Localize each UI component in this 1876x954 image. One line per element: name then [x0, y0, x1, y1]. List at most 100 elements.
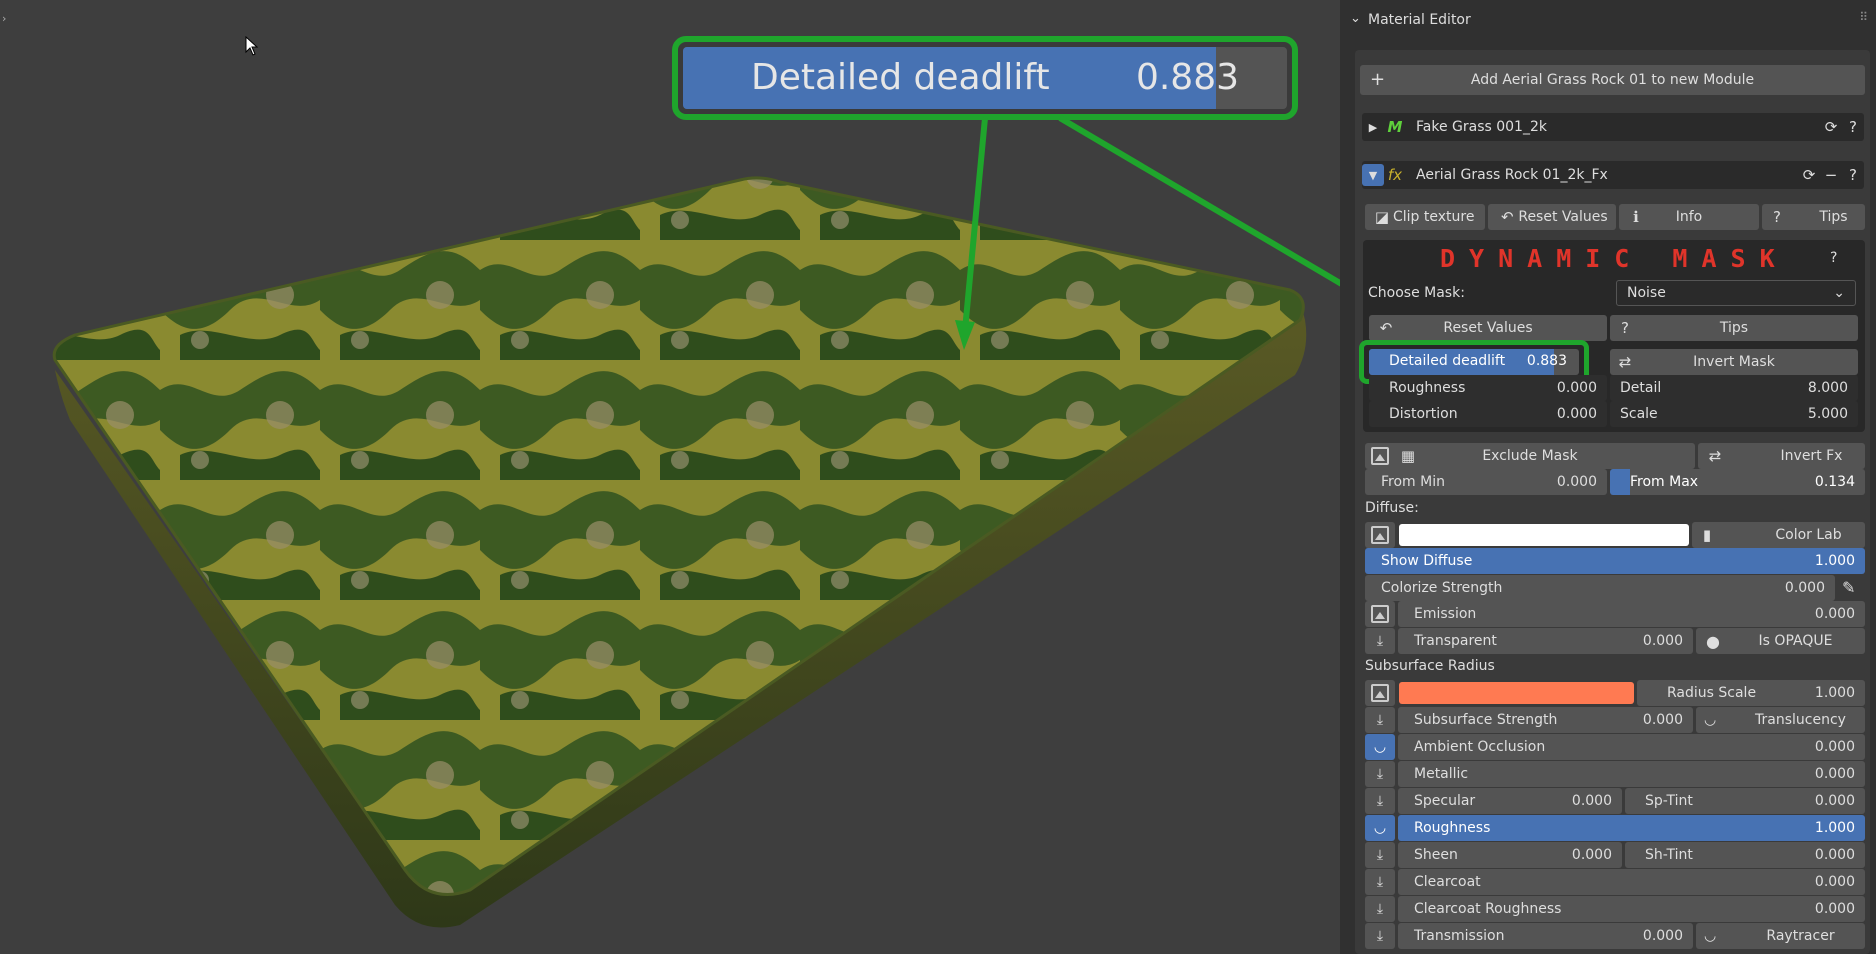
- collapse-arrow-icon[interactable]: ▼: [1362, 164, 1384, 186]
- distortion-field[interactable]: Distortion 0.000: [1369, 401, 1607, 427]
- collapse-chevron-icon[interactable]: ⌄: [1350, 11, 1361, 26]
- roughness-map-value: 1.000: [1814, 820, 1855, 836]
- toggle-sidebar-icon[interactable]: ›: [2, 12, 6, 25]
- invert-mask-label: Invert Mask: [1693, 354, 1775, 370]
- sheen-field[interactable]: Sheen 0.000: [1398, 842, 1622, 868]
- link-down-icon: ⤓: [1376, 847, 1384, 863]
- ambient-occlusion-label: Ambient Occlusion: [1414, 739, 1546, 755]
- emission-field[interactable]: Emission 0.000: [1398, 601, 1865, 627]
- color-lab-button[interactable]: ▮ Color Lab: [1692, 522, 1865, 548]
- roughness-map-field[interactable]: Roughness 1.000: [1398, 815, 1865, 841]
- subsurface-strength-field[interactable]: Subsurface Strength 0.000: [1398, 707, 1693, 733]
- subsurface-image-button[interactable]: [1365, 680, 1395, 706]
- invert-fx-button[interactable]: ⇄ Invert Fx: [1698, 443, 1865, 469]
- diffuse-color-swatch[interactable]: [1399, 524, 1689, 546]
- diffuse-image-button[interactable]: [1365, 522, 1395, 548]
- metallic-value: 0.000: [1814, 766, 1855, 782]
- reset-values-button[interactable]: ↶ Reset Values: [1488, 204, 1616, 230]
- sheen-label: Sheen: [1414, 847, 1458, 863]
- translucency-toggle[interactable]: ◡ Translucency: [1696, 707, 1865, 733]
- ambient-occlusion-toggle[interactable]: ◡: [1365, 734, 1395, 760]
- subsurface-strength-label: Subsurface Strength: [1414, 712, 1558, 728]
- fx-icon: fx: [1387, 166, 1403, 184]
- transparent-field[interactable]: Transparent 0.000: [1398, 628, 1693, 654]
- from-min-field[interactable]: From Min 0.000: [1365, 469, 1607, 495]
- subsurface-strength-value: 0.000: [1642, 712, 1683, 728]
- transmission-label: Transmission: [1414, 928, 1505, 944]
- clearcoat-field[interactable]: Clearcoat 0.000: [1398, 869, 1865, 895]
- eyedropper-icon[interactable]: ✎: [1842, 578, 1855, 597]
- invert-mask-button[interactable]: ⇄ Invert Mask: [1610, 349, 1858, 375]
- module-row-aerial-grass[interactable]: ▼ fx Aerial Grass Rock 01_2k_Fx ⟳ − ?: [1362, 161, 1864, 189]
- sheen-link-button[interactable]: ⤓: [1365, 842, 1395, 868]
- metallic-link-button[interactable]: ⤓: [1365, 761, 1395, 787]
- link-down-icon: ⤓: [1376, 712, 1384, 728]
- choose-mask-dropdown[interactable]: Noise ⌄: [1616, 280, 1856, 306]
- info-button[interactable]: ℹ Info: [1619, 204, 1759, 230]
- invert-fx-label: Invert Fx: [1780, 448, 1843, 464]
- mask-reset-values-button[interactable]: ↶ Reset Values: [1369, 315, 1607, 341]
- mouse-cursor-icon: [245, 36, 259, 56]
- roughness-map-label: Roughness: [1414, 820, 1491, 836]
- add-module-button[interactable]: + Add Aerial Grass Rock 01 to new Module: [1360, 65, 1865, 95]
- remove-icon[interactable]: −: [1820, 164, 1842, 186]
- reset-values-label: Reset Values: [1518, 209, 1608, 225]
- expand-arrow-icon[interactable]: ▶: [1362, 116, 1384, 138]
- transparent-link-button[interactable]: ⤓: [1365, 628, 1395, 654]
- image-icon: [1371, 684, 1389, 702]
- clearcoat-value: 0.000: [1814, 874, 1855, 890]
- colorize-strength-field[interactable]: Colorize Strength 0.000: [1365, 575, 1835, 601]
- subsurface-color-swatch[interactable]: [1399, 682, 1634, 704]
- is-opaque-toggle[interactable]: ● Is OPAQUE: [1696, 628, 1865, 654]
- image-icon: [1371, 526, 1389, 544]
- help-icon[interactable]: ?: [1842, 116, 1864, 138]
- mask-tips-button[interactable]: ? Tips: [1610, 315, 1858, 341]
- help-icon[interactable]: ?: [1830, 250, 1837, 266]
- ambient-occlusion-field[interactable]: Ambient Occlusion 0.000: [1398, 734, 1865, 760]
- specular-link-button[interactable]: ⤓: [1365, 788, 1395, 814]
- refresh-icon[interactable]: ⟳: [1798, 164, 1820, 186]
- callout-slider: Detailed deadlift 0.883: [683, 47, 1287, 109]
- invert-icon: ⇄: [1618, 353, 1632, 371]
- drag-handle-icon[interactable]: ⠿: [1859, 10, 1868, 24]
- roughness-toggle[interactable]: ◡: [1365, 815, 1395, 841]
- raytracer-toggle[interactable]: ◡ Raytracer: [1696, 923, 1865, 949]
- from-min-label: From Min: [1381, 474, 1445, 490]
- scale-value: 5.000: [1807, 406, 1848, 422]
- module-row-fake-grass[interactable]: ▶ M Fake Grass 001_2k ⟳ ?: [1362, 113, 1864, 141]
- sh-tint-field[interactable]: Sh-Tint 0.000: [1625, 842, 1865, 868]
- clearcoat-link-button[interactable]: ⤓: [1365, 869, 1395, 895]
- show-diffuse-field[interactable]: Show Diffuse 1.000: [1365, 548, 1865, 574]
- info-icon: ℹ: [1633, 208, 1639, 226]
- sp-tint-field[interactable]: Sp-Tint 0.000: [1625, 788, 1865, 814]
- roughness-field[interactable]: Roughness 0.000: [1369, 375, 1607, 401]
- detail-value: 8.000: [1807, 380, 1848, 396]
- from-min-value: 0.000: [1556, 474, 1597, 490]
- dynamic-mask-title: DYNAMIC MASK: [1440, 244, 1789, 273]
- plus-icon: +: [1370, 69, 1386, 90]
- radio-dot-icon: ●: [1706, 631, 1720, 651]
- clearcoat-roughness-field[interactable]: Clearcoat Roughness 0.000: [1398, 896, 1865, 922]
- detail-field[interactable]: Detail 8.000: [1610, 375, 1858, 401]
- emission-image-button[interactable]: [1365, 601, 1395, 627]
- exclude-mask-button[interactable]: ▦ Exclude Mask: [1365, 443, 1695, 469]
- radius-scale-field[interactable]: Radius Scale 1.000: [1637, 680, 1865, 706]
- show-diffuse-label: Show Diffuse: [1381, 553, 1473, 569]
- tips-button[interactable]: ? Tips: [1762, 204, 1865, 230]
- transmission-link-button[interactable]: ⤓: [1365, 923, 1395, 949]
- clearcoat-roughness-link-button[interactable]: ⤓: [1365, 896, 1395, 922]
- transmission-value: 0.000: [1642, 928, 1683, 944]
- transmission-field[interactable]: Transmission 0.000: [1398, 923, 1693, 949]
- clip-texture-button[interactable]: ◪ Clip texture: [1365, 204, 1485, 230]
- 3d-viewport[interactable]: Detailed deadlift 0.883: [0, 0, 1340, 954]
- help-icon[interactable]: ?: [1842, 164, 1864, 186]
- refresh-icon[interactable]: ⟳: [1820, 116, 1842, 138]
- roughness-value: 0.000: [1556, 380, 1597, 396]
- subsurface-link-button[interactable]: ⤓: [1365, 707, 1395, 733]
- scale-field[interactable]: Scale 5.000: [1610, 401, 1858, 427]
- scale-label: Scale: [1620, 406, 1658, 422]
- metallic-field[interactable]: Metallic 0.000: [1398, 761, 1865, 787]
- from-max-field[interactable]: From Max 0.134: [1610, 469, 1865, 495]
- specular-field[interactable]: Specular 0.000: [1398, 788, 1622, 814]
- callout-label: Detailed deadlift: [751, 57, 1050, 98]
